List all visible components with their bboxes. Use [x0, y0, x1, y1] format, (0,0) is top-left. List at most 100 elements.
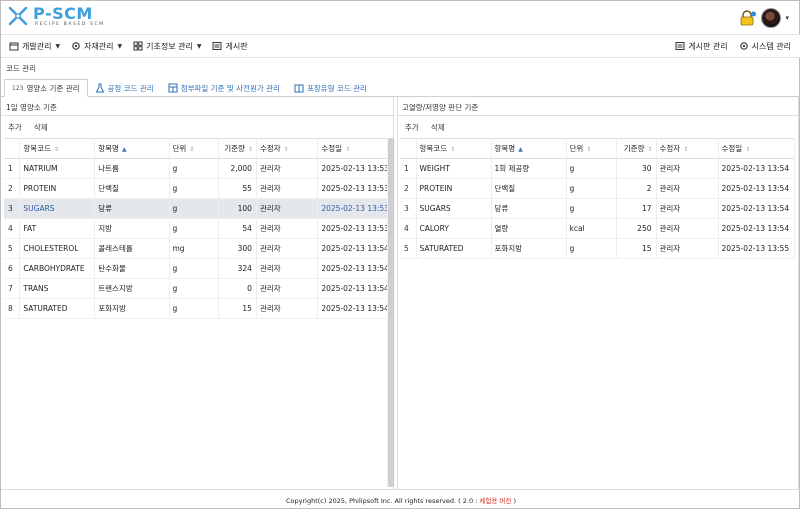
header-cell-amount[interactable]: 기준량 ⇕: [616, 138, 657, 159]
table-row[interactable]: 1 WEIGHT 1회 제공량 g 30 관리자 2025-02-13 13:54: [400, 158, 795, 179]
table-body: 1 NATRIUM 나트륨 g 2,000 관리자 2025-02-13 13:53 2 PRO…: [4, 158, 393, 319]
cell-unit: g: [169, 198, 220, 219]
cell-name: 지방: [94, 218, 170, 239]
divider: [398, 115, 798, 116]
table-row[interactable]: 3 SUGARS 당류 g 17 관리자 2025-02-13 13:54: [400, 198, 795, 219]
logo-text: P-SCM: [33, 4, 93, 23]
table-row[interactable]: 4 FAT 지방 g 54 관리자 2025-02-13 13:53: [4, 218, 393, 239]
tab-package-code[interactable]: 포장유형 코드 관리: [287, 79, 374, 97]
table-row[interactable]: 8 SATURATED 포화지방 g 15 관리자 2025-02-13 13:54: [4, 298, 393, 319]
high-calorie-panel: 고열량/저영양 판단 기준 추가 삭제 항목코드 ⇕ 항목명 ▲ 단위 ⇕ 기준량 ⇕ …: [397, 97, 799, 489]
cell-no: 5: [4, 238, 21, 259]
tab-nutrient-standard[interactable]: 123 영양소 기준 관리: [4, 79, 88, 97]
cell-code: SATURATED: [416, 238, 492, 259]
table-row[interactable]: 7 TRANS 트랜스지방 g 0 관리자 2025-02-13 13:54: [4, 278, 393, 299]
table-row[interactable]: 4 CALORY 열량 kcal 250 관리자 2025-02-13 13:54: [400, 218, 795, 239]
cell-no: 2: [4, 178, 21, 199]
table-row[interactable]: 5 CHOLESTEROL 콜레스테롤 mg 300 관리자 2025-02-13 13:5…: [4, 238, 393, 259]
table-header-row: 항목코드 ⇕ 항목명 ▲ 단위 ⇕ 기준량 ⇕ 수정자 ⇕ 수정일 ⇕: [400, 138, 795, 159]
delete-button[interactable]: 삭제: [431, 122, 445, 133]
menu-item-label: 개발관리: [22, 41, 52, 51]
panel-title: 고열량/저영양 판단 기준: [402, 103, 479, 112]
cell-unit: g: [566, 158, 617, 179]
header-cell-code[interactable]: 항목코드 ⇕: [416, 138, 492, 159]
menu-item-material[interactable]: 자재관리 ▼: [71, 41, 122, 52]
app-logo[interactable]: P-SCM RECIPE BASED SCM: [7, 4, 127, 29]
cell-amount: 250: [616, 218, 657, 239]
menu-item-dev[interactable]: 개발관리 ▼: [9, 41, 60, 52]
cell-no: 8: [4, 298, 21, 319]
tab-process-code[interactable]: 공정 코드 관리: [88, 79, 161, 97]
header-cell-name[interactable]: 항목명 ▲: [491, 138, 567, 159]
table-row[interactable]: 5 SATURATED 포화지방 g 15 관리자 2025-02-13 13:55: [400, 238, 795, 259]
table-row[interactable]: 3 SUGARS 당류 g 100 관리자 2025-02-13 13:53: [4, 198, 393, 219]
sort-icon: ⇕: [683, 146, 689, 153]
cell-editor: 관리자: [656, 198, 719, 219]
cell-unit: g: [169, 178, 220, 199]
menu-item-board[interactable]: 게시판: [212, 41, 248, 52]
table-row[interactable]: 2 PROTEIN 단백질 g 2 관리자 2025-02-13 13:54: [400, 178, 795, 199]
cell-date: 2025-02-13 13:54: [718, 198, 795, 219]
table-row[interactable]: 6 CARBOHYDRATE 탄수화물 g 324 관리자 2025-02-13 13:54: [4, 258, 393, 279]
header-cell-date[interactable]: 수정일 ⇕: [317, 138, 393, 159]
cell-unit: g: [566, 198, 617, 219]
header-cell-code[interactable]: 항목코드 ⇕: [19, 138, 96, 159]
header-cell-date[interactable]: 수정일 ⇕: [718, 138, 795, 159]
user-area: ▾: [739, 7, 789, 29]
cell-date: 2025-02-13 13:54: [317, 278, 393, 299]
header-cell-amount[interactable]: 기준량 ⇕: [218, 138, 257, 159]
table-row[interactable]: 1 NATRIUM 나트륨 g 2,000 관리자 2025-02-13 13:53: [4, 158, 393, 179]
cell-date: 2025-02-13 13:53: [317, 198, 393, 219]
cell-date: 2025-02-13 13:54: [718, 178, 795, 199]
cell-editor: 관리자: [256, 218, 319, 239]
cell-amount: 15: [218, 298, 257, 319]
calculator-icon: [168, 83, 178, 93]
cell-code: NATRIUM: [19, 158, 96, 179]
cell-date: 2025-02-13 13:53: [317, 218, 393, 239]
cell-amount: 15: [616, 238, 657, 259]
cell-editor: 관리자: [656, 158, 719, 179]
cell-amount: 324: [218, 258, 257, 279]
add-button[interactable]: 추가: [8, 122, 22, 133]
delete-button[interactable]: 삭제: [34, 122, 48, 133]
cell-code: CALORY: [416, 218, 492, 239]
menu-item-basic-info[interactable]: 기초정보 관리 ▼: [133, 41, 201, 52]
cell-amount: 100: [218, 198, 257, 219]
menu-item-system-admin[interactable]: 시스템 관리: [739, 41, 791, 52]
header-cell-editor[interactable]: 수정자 ⇕: [256, 138, 319, 159]
table-body: 1 WEIGHT 1회 제공량 g 30 관리자 2025-02-13 13:54 2 PROT…: [400, 158, 795, 259]
cell-code: SATURATED: [19, 298, 96, 319]
header-cell-editor[interactable]: 수정자 ⇕: [656, 138, 719, 159]
cell-editor: 관리자: [256, 178, 319, 199]
logo-mark-icon: [8, 6, 28, 26]
table-row[interactable]: 2 PROTEIN 단백질 g 55 관리자 2025-02-13 13:53: [4, 178, 393, 199]
app-window: P-SCM RECIPE BASED SCM ▾ 개발관리 ▼ 자재관리 ▼ 기…: [0, 0, 800, 509]
cell-code: WEIGHT: [416, 158, 492, 179]
sort-icon: ⇕: [247, 146, 253, 153]
cell-name: 포화지방: [491, 238, 567, 259]
cell-no: 1: [400, 158, 417, 179]
tab-attachment-cost[interactable]: 첨부파일 기준 및 사전원가 관리: [161, 79, 287, 97]
menu-item-board-admin[interactable]: 게시판 관리: [675, 41, 728, 52]
cell-no: 1: [4, 158, 21, 179]
cell-amount: 2,000: [218, 158, 257, 179]
cell-date: 2025-02-13 13:54: [317, 258, 393, 279]
chevron-down-icon: ▼: [117, 42, 123, 50]
header-cell-name[interactable]: 항목명 ▲: [94, 138, 170, 159]
sort-asc-icon: ▲: [518, 146, 523, 153]
cell-unit: g: [566, 178, 617, 199]
header-cell-unit[interactable]: 단위 ⇕: [169, 138, 220, 159]
cell-editor: 관리자: [656, 218, 719, 239]
cell-amount: 55: [218, 178, 257, 199]
header-cell-unit[interactable]: 단위 ⇕: [566, 138, 617, 159]
scrollbar-thumb[interactable]: [388, 138, 394, 487]
avatar[interactable]: [761, 8, 782, 28]
header-cell-index: [4, 138, 21, 159]
scrollbar[interactable]: [387, 138, 395, 487]
board-icon: [212, 42, 222, 50]
chevron-down-icon[interactable]: ▾: [785, 14, 789, 22]
add-button[interactable]: 추가: [405, 122, 419, 133]
tab-label: 영양소 기준 관리: [26, 83, 80, 93]
gear-icon: [72, 42, 80, 50]
lock-icon[interactable]: [739, 10, 757, 26]
